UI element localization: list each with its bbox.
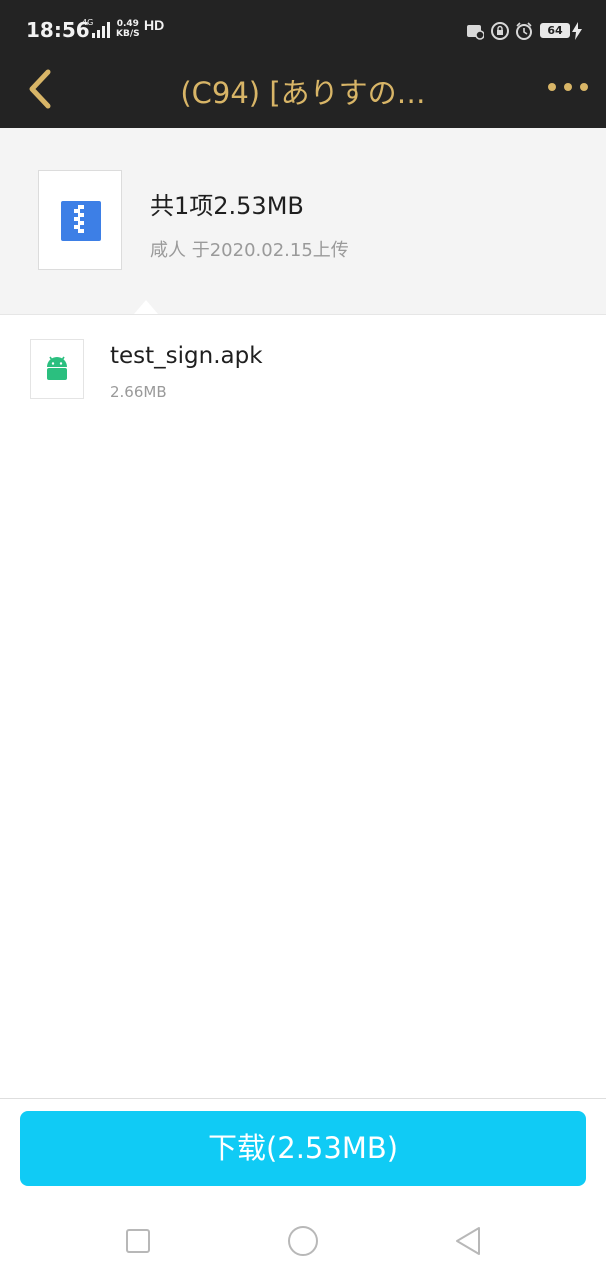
net-speed: 0.49 KB/S — [116, 19, 140, 39]
android-icon — [47, 356, 67, 380]
charging-icon — [572, 22, 582, 40]
status-time: 18:56 — [26, 18, 90, 42]
chevron-left-icon[interactable] — [22, 66, 58, 112]
more-dots-icon[interactable] — [546, 72, 590, 102]
title-bar: (C94) [ありすの… — [0, 62, 606, 128]
page-title: (C94) [ありすの… — [180, 76, 426, 110]
upload-info: 咸人 于2020.02.15上传 — [150, 240, 349, 261]
net-speed-value: 0.49 — [116, 19, 139, 29]
screen: 18:56 4G 0.49 KB/S HD 64 (C94) [ありすの… 共1… — [0, 0, 606, 1280]
vpn-lock-icon — [491, 22, 509, 40]
share-summary: 共1项2.53MB 咸人 于2020.02.15上传 — [0, 128, 606, 315]
summary-title: 共1项2.53MB — [150, 192, 304, 220]
action-area: 下载(2.53MB) — [0, 1098, 606, 1205]
file-name: test_sign.apk — [110, 343, 263, 369]
list-item[interactable]: test_sign.apk 2.66MB — [0, 315, 606, 425]
home-icon[interactable] — [286, 1224, 320, 1258]
header: 18:56 4G 0.49 KB/S HD 64 (C94) [ありすの… — [0, 0, 606, 128]
selection-pointer — [134, 300, 158, 314]
net-speed-unit: KB/S — [116, 29, 140, 39]
file-size: 2.66MB — [110, 383, 167, 401]
zip-file-icon — [61, 201, 101, 241]
status-bar: 18:56 4G 0.49 KB/S HD 64 — [0, 0, 606, 62]
hd-badge: HD — [144, 17, 165, 33]
notification-icon — [467, 25, 484, 40]
signal-icon — [92, 22, 110, 38]
recent-apps-icon[interactable] — [121, 1224, 155, 1258]
system-nav-bar — [0, 1204, 606, 1280]
zip-thumbnail — [38, 170, 122, 270]
download-button[interactable]: 下载(2.53MB) — [20, 1111, 586, 1186]
apk-thumbnail — [30, 339, 84, 399]
alarm-icon — [516, 22, 532, 40]
back-triangle-icon[interactable] — [452, 1224, 486, 1258]
battery-icon: 64 — [540, 23, 570, 38]
